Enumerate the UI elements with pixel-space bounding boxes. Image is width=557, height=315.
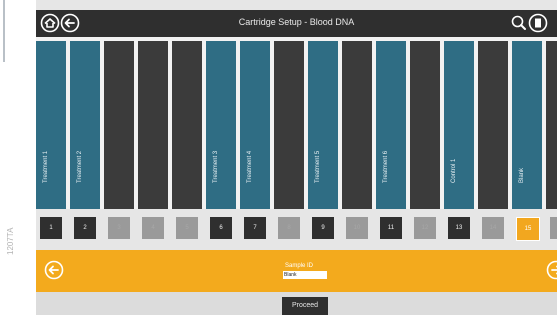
proceed-button[interactable]: Proceed [282,297,328,315]
lane-label: Treatment 1 [43,150,49,183]
cartridge-lane[interactable]: Treatment 5 [308,41,338,209]
next-arrow-icon[interactable] [546,260,557,280]
cartridge-lanes: Treatment 1 Treatment 2 Treatment 3 Treatme… [36,37,557,209]
cartridge-lane[interactable]: Treatment 3 [206,41,236,209]
cartridge-lane[interactable]: Treatment 6 [376,41,406,209]
cartridge-lane[interactable]: Treatment 2 [70,41,100,209]
previous-arrow-icon[interactable] [44,260,64,280]
cartridge-lane[interactable] [410,41,440,209]
sample-id-label: Sample ID [285,263,314,269]
search-icon[interactable] [509,13,529,33]
cartridge-lane[interactable] [104,41,134,209]
position-number[interactable]: 6 [210,217,232,239]
left-margin: 1207TA [0,0,36,315]
left-divider [3,0,5,62]
lane-label: Blank [519,167,525,183]
cartridge-lane[interactable]: Treatment 4 [240,41,270,209]
cartridge-lane[interactable] [342,41,372,209]
position-number[interactable]: 5 [176,217,198,239]
lane-label: Treatment 2 [77,150,83,183]
position-number[interactable]: 8 [278,217,300,239]
page-title: Cartridge Setup - Blood DNA [238,17,355,27]
position-number-row: 1 2 3 4 5 6 7 8 9 10 11 12 13 14 15 [36,213,557,243]
position-number[interactable]: 12 [414,217,436,239]
position-number[interactable]: 14 [482,217,504,239]
cartridge-lane[interactable]: Treatment 1 [36,41,66,209]
cartridge-lane[interactable] [546,41,557,209]
cartridge-lane[interactable] [274,41,304,209]
position-number[interactable]: 15 [516,217,540,241]
footer: Proceed [36,292,557,315]
lane-label: Treatment 3 [213,150,219,183]
lane-label: Treatment 4 [247,150,253,183]
sample-panel: Sample ID Blank [36,250,557,292]
clipboard-icon[interactable] [528,13,548,33]
cartridge-lane[interactable] [478,41,508,209]
position-number[interactable]: 10 [346,217,368,239]
lane-label: Treatment 5 [315,150,321,183]
top-bar: Cartridge Setup - Blood DNA [36,10,557,37]
position-number[interactable]: 11 [380,217,402,239]
lane-label: Control 1 [451,158,457,183]
side-code: 1207TA [6,227,15,255]
position-number[interactable]: 9 [312,217,334,239]
cartridge-lane[interactable]: Control 1 [444,41,474,209]
cartridge-lane[interactable] [172,41,202,209]
cartridge-lane[interactable]: Blank [512,41,542,209]
position-number[interactable]: 4 [142,217,164,239]
cartridge-lane[interactable] [138,41,168,209]
position-number[interactable]: 3 [108,217,130,239]
position-number[interactable]: 13 [448,217,470,239]
position-number[interactable] [550,217,557,239]
position-number[interactable]: 7 [244,217,266,239]
app-window: Cartridge Setup - Blood DNA Treatment 1T… [36,0,557,315]
position-number[interactable]: 1 [40,217,62,239]
sample-id-input[interactable]: Blank [283,271,327,279]
position-number[interactable]: 2 [74,217,96,239]
lane-label: Treatment 6 [383,150,389,183]
